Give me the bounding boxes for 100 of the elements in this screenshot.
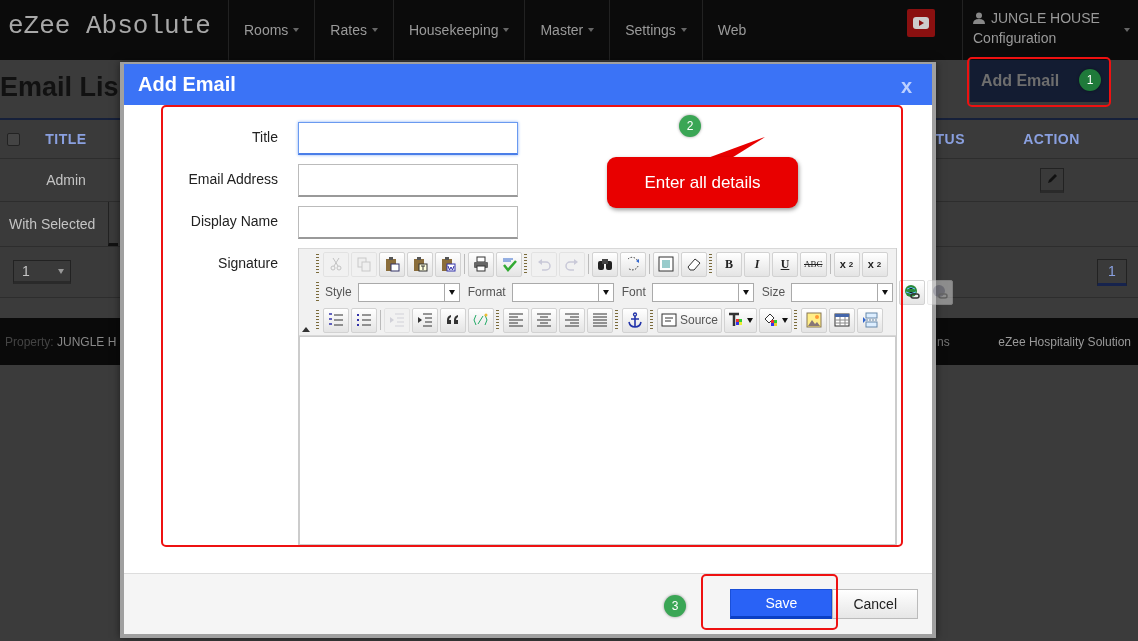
toolbar-grip bbox=[496, 310, 499, 330]
printer-icon bbox=[473, 256, 489, 272]
anchor-icon bbox=[627, 312, 643, 328]
video-play-icon[interactable] bbox=[907, 9, 935, 37]
quote-button[interactable] bbox=[440, 307, 466, 333]
cancel-button[interactable]: Cancel bbox=[832, 589, 918, 619]
clipboard-button[interactable] bbox=[407, 251, 433, 277]
field-label: Signature bbox=[217, 254, 278, 273]
clipboard-icon bbox=[384, 256, 400, 272]
numbered-list-button[interactable] bbox=[323, 307, 349, 333]
combo-label: Size bbox=[761, 285, 786, 299]
indent-icon bbox=[417, 312, 433, 328]
clipboard-button[interactable] bbox=[435, 251, 461, 277]
document-icon bbox=[661, 312, 677, 328]
nav-menu-item[interactable]: Rates bbox=[314, 0, 393, 60]
dropdown-field[interactable] bbox=[651, 282, 754, 302]
text-field[interactable] bbox=[298, 122, 518, 155]
combo-label: Font bbox=[621, 285, 646, 299]
globe-icon bbox=[904, 284, 921, 300]
text-field[interactable] bbox=[298, 206, 518, 239]
binoculars-button[interactable] bbox=[592, 251, 618, 277]
eraser-button[interactable] bbox=[681, 251, 707, 277]
nav-menu-item[interactable]: Master bbox=[524, 0, 610, 60]
caret-icon bbox=[602, 289, 609, 295]
dropdown-field[interactable] bbox=[791, 282, 894, 302]
checkmark-button[interactable] bbox=[496, 251, 522, 277]
align-left-icon bbox=[508, 312, 524, 328]
format-button[interactable]: U bbox=[772, 251, 798, 277]
paint-bucket-button[interactable] bbox=[759, 307, 793, 333]
printer-button[interactable] bbox=[468, 251, 494, 277]
numbered-list-icon bbox=[328, 312, 344, 328]
user-name[interactable]: JUNGLE HOUSE bbox=[991, 10, 1100, 26]
footer-label: Property: bbox=[5, 334, 54, 349]
anchor-button[interactable] bbox=[622, 307, 648, 333]
pencil-icon bbox=[1045, 173, 1058, 185]
nav-menu-item[interactable]: Web bbox=[701, 0, 762, 60]
image-icon bbox=[806, 312, 823, 328]
toolbar-grip bbox=[524, 254, 527, 274]
globe-button[interactable] bbox=[899, 279, 926, 305]
dialog-title: Add Email bbox=[138, 73, 236, 96]
checkmark-icon bbox=[501, 256, 517, 272]
caret-icon bbox=[882, 289, 889, 295]
page-break-icon bbox=[862, 312, 879, 328]
toolbar-grip bbox=[316, 254, 319, 274]
nav-menu-item[interactable]: Rooms bbox=[228, 0, 315, 60]
nav-menu-item[interactable]: Settings bbox=[609, 0, 702, 60]
undo-icon bbox=[536, 256, 552, 272]
align-center-button[interactable] bbox=[531, 307, 557, 333]
binoculars-icon bbox=[597, 256, 613, 272]
toolbar-grip bbox=[709, 254, 712, 274]
source-button[interactable]: Source bbox=[657, 307, 723, 333]
align-right-button[interactable] bbox=[559, 307, 585, 333]
scissors-icon bbox=[328, 256, 344, 272]
page-button[interactable]: 1 bbox=[1097, 258, 1127, 286]
div-icon bbox=[473, 312, 489, 328]
dropdown-field[interactable] bbox=[357, 282, 460, 302]
select-all-icon bbox=[658, 256, 674, 272]
table-icon bbox=[834, 312, 851, 328]
caret-icon bbox=[782, 317, 789, 323]
outdent-icon bbox=[389, 312, 405, 328]
page-size-select[interactable]: 1 bbox=[13, 260, 71, 284]
bullet-list-icon bbox=[356, 312, 372, 328]
page-break-button[interactable] bbox=[857, 307, 884, 333]
image-button[interactable] bbox=[801, 307, 828, 333]
footer-property: JUNGLE H bbox=[57, 334, 117, 349]
field-label: Email Address bbox=[187, 170, 278, 189]
text-color-button[interactable] bbox=[724, 307, 758, 333]
edit-button[interactable] bbox=[1039, 167, 1064, 193]
field-label: Display Name bbox=[189, 212, 278, 231]
collapse-icon[interactable] bbox=[302, 327, 310, 332]
table-cell-text: Admin bbox=[45, 172, 87, 188]
select-all-button[interactable] bbox=[653, 251, 679, 277]
column-header[interactable]: TITLE bbox=[33, 131, 99, 147]
eraser-icon bbox=[686, 256, 702, 272]
column-header: ACTION bbox=[1022, 131, 1081, 147]
align-right-icon bbox=[564, 312, 580, 328]
footer-brand: eZee Hospitality Solution bbox=[998, 334, 1131, 349]
align-left-button[interactable] bbox=[503, 307, 529, 333]
combo-label: Style bbox=[325, 285, 352, 299]
checkbox[interactable] bbox=[7, 132, 20, 146]
callout: Enter all details bbox=[607, 137, 798, 208]
format-button[interactable]: B bbox=[716, 251, 742, 277]
clipboard-icon bbox=[412, 256, 428, 272]
bullet-list-button[interactable] bbox=[351, 307, 377, 333]
clipboard-button[interactable] bbox=[379, 251, 405, 277]
text-field[interactable] bbox=[298, 164, 518, 197]
table-button[interactable] bbox=[829, 307, 856, 333]
format-button[interactable]: ABC bbox=[800, 251, 827, 277]
toolbar-grip bbox=[316, 310, 319, 330]
footer-text: ns bbox=[937, 334, 951, 349]
dropdown-field[interactable] bbox=[511, 282, 614, 302]
justify-button[interactable] bbox=[587, 307, 613, 333]
user-icon bbox=[973, 12, 985, 24]
format-button[interactable]: I bbox=[744, 251, 770, 277]
copy-icon bbox=[356, 256, 372, 272]
app-logo: eZee Absolute bbox=[7, 10, 212, 43]
save-button[interactable]: Save bbox=[730, 589, 833, 619]
nav-menu-item[interactable]: Housekeeping bbox=[392, 0, 525, 60]
caret-icon bbox=[1124, 28, 1130, 32]
clipboard-icon bbox=[440, 256, 456, 272]
